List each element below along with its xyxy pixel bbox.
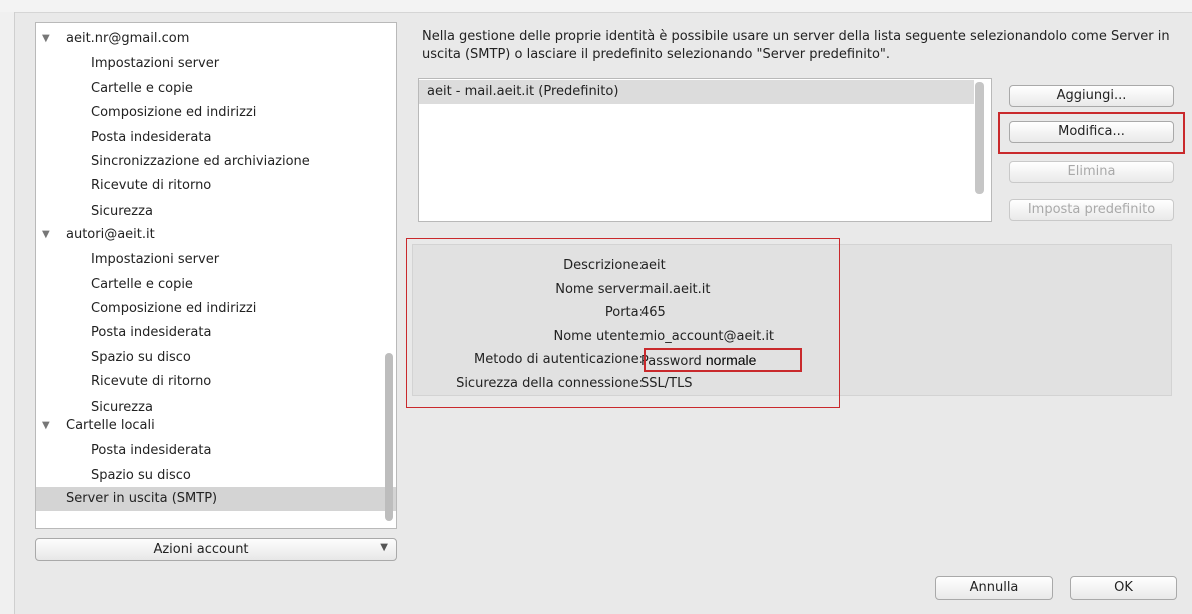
- tree-item-label: Impostazioni server: [91, 56, 220, 71]
- tree-item-cartelle-copie[interactable]: Cartelle e copie: [36, 273, 396, 297]
- tree-item-label: Spazio su disco: [91, 350, 191, 365]
- tree-item-outgoing-server[interactable]: Server in uscita (SMTP): [36, 487, 396, 511]
- edit-highlight-box: [998, 112, 1185, 154]
- tree-item-sincronizzazione[interactable]: Sincronizzazione ed archiviazione: [36, 150, 396, 174]
- ok-button[interactable]: OK: [1070, 576, 1177, 600]
- tree-item-label: Impostazioni server: [91, 252, 220, 267]
- delete-button[interactable]: Elimina: [1009, 161, 1174, 183]
- tree-item-posta-indesiderata[interactable]: Posta indesiderata: [36, 321, 396, 345]
- tree-account-autori[interactable]: ▼ autori@aeit.it: [36, 223, 396, 247]
- tree-item-label: Ricevute di ritorno: [91, 178, 212, 193]
- account-actions-label: Azioni account: [153, 542, 249, 557]
- disclosure-triangle-icon[interactable]: ▼: [42, 414, 50, 438]
- tree-item-label: Ricevute di ritorno: [91, 374, 212, 389]
- smtp-server-list[interactable]: aeit - mail.aeit.it (Predefinito): [418, 78, 992, 222]
- tree-item-ricevute[interactable]: Ricevute di ritorno: [36, 370, 396, 394]
- tree-item-label: Cartelle locali: [66, 418, 155, 433]
- tree-item-spazio-disco[interactable]: Spazio su disco: [36, 346, 396, 370]
- auth-highlight-box: [644, 348, 802, 372]
- smtp-server-item[interactable]: aeit - mail.aeit.it (Predefinito): [419, 80, 974, 104]
- tree-item-cartelle-copie[interactable]: Cartelle e copie: [36, 77, 396, 101]
- tree-item-label: Server in uscita (SMTP): [66, 491, 218, 506]
- tree-item-posta-indesiderata[interactable]: Posta indesiderata: [36, 439, 396, 463]
- tree-item-spazio-disco[interactable]: Spazio su disco: [36, 464, 396, 488]
- tree-item-posta-indesiderata[interactable]: Posta indesiderata: [36, 126, 396, 150]
- tree-item-ricevute[interactable]: Ricevute di ritorno: [36, 174, 396, 198]
- smtp-description: Nella gestione delle proprie identità è …: [422, 29, 1170, 62]
- tree-item-label: Composizione ed indirizzi: [91, 105, 257, 120]
- account-actions-dropdown[interactable]: Azioni account ▼: [35, 538, 397, 561]
- tree-item-label: Cartelle e copie: [91, 277, 193, 292]
- account-tree[interactable]: ▼ aeit.nr@gmail.com Impostazioni server …: [35, 22, 397, 529]
- tree-item-label: Posta indesiderata: [91, 443, 212, 458]
- tree-item-composizione[interactable]: Composizione ed indirizzi: [36, 101, 396, 125]
- tree-item-sicurezza[interactable]: Sicurezza: [36, 200, 396, 224]
- tree-item-label: aeit.nr@gmail.com: [66, 31, 190, 46]
- tree-item-label: Composizione ed indirizzi: [91, 301, 257, 316]
- dropdown-arrow-icon: ▼: [380, 542, 388, 553]
- server-list-scrollbar[interactable]: [975, 82, 984, 194]
- tree-item-label: Sincronizzazione ed archiviazione: [91, 154, 310, 169]
- disclosure-triangle-icon[interactable]: ▼: [42, 27, 50, 51]
- tree-item-impostazioni-server[interactable]: Impostazioni server: [36, 52, 396, 76]
- tree-item-label: Posta indesiderata: [91, 130, 212, 145]
- window-left-edge: [0, 12, 15, 614]
- cancel-button[interactable]: Annulla: [935, 576, 1053, 600]
- tree-item-impostazioni-server[interactable]: Impostazioni server: [36, 248, 396, 272]
- tree-item-label: Posta indesiderata: [91, 325, 212, 340]
- tree-item-composizione[interactable]: Composizione ed indirizzi: [36, 297, 396, 321]
- add-button[interactable]: Aggiungi...: [1009, 85, 1174, 107]
- tree-item-label: autori@aeit.it: [66, 227, 155, 242]
- details-highlight-box: [406, 238, 840, 408]
- sidebar-scrollbar[interactable]: [385, 353, 393, 521]
- tree-account-aeit-nr[interactable]: ▼ aeit.nr@gmail.com: [36, 27, 396, 51]
- disclosure-triangle-icon[interactable]: ▼: [42, 223, 50, 247]
- tree-local-folders[interactable]: ▼ Cartelle locali: [36, 414, 396, 438]
- tree-item-label: Sicurezza: [91, 204, 153, 219]
- tree-item-label: Spazio su disco: [91, 468, 191, 483]
- tree-item-label: Cartelle e copie: [91, 81, 193, 96]
- window-top-edge: [0, 0, 1192, 13]
- set-default-button[interactable]: Imposta predefinito: [1009, 199, 1174, 221]
